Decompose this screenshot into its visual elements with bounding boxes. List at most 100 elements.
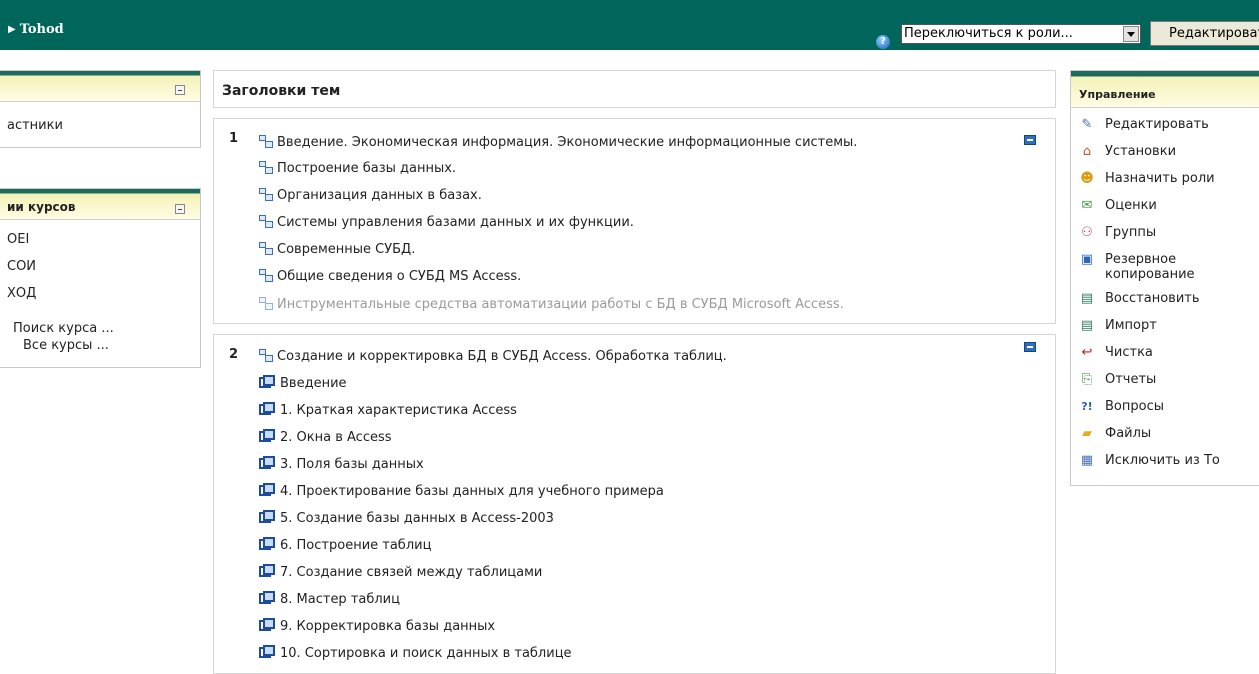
page-icon [259,564,277,578]
page-label: 8. Мастер таблиц [280,592,400,607]
block-title: Управление [1079,88,1156,101]
page-label: 1. Краткая характеристика Access [280,403,517,418]
page-label: Введение [280,376,347,391]
page-link[interactable]: 9. Корректировка базы данных [259,618,495,634]
page-label: 3. Поля базы данных [280,457,424,472]
backup-icon: ▣ [1080,252,1094,267]
admin-item-groups[interactable]: ⚇ Группы [1079,225,1156,241]
collapse-icon[interactable] [175,85,185,95]
resource-link-hidden[interactable]: Инструментальные средства автоматизации … [259,297,844,312]
resource-label: Современные СУБД. [277,242,416,257]
questions-icon: ?! [1081,400,1093,413]
resource-link[interactable]: Современные СУБД. [259,242,415,257]
admin-item-import[interactable]: ▤ Импорт [1079,318,1157,334]
admin-item-label: Отчеты [1105,372,1157,387]
administration-block: Управление ✎ Редактировать ⌂ Установки ☻ На… [1070,70,1259,486]
turn-editing-on-button[interactable]: Редактировать [1150,21,1259,46]
page-link[interactable]: 7. Создание связей между таблицами [259,564,542,580]
resource-icon [259,269,274,282]
page-title: Заголовки тем [222,83,341,99]
top-navbar: ▶ Tohod ? Переключиться к роли... Редакти… [0,0,1259,50]
page-link[interactable]: 5. Создание базы данных в Access-2003 [259,510,554,526]
reset-icon: ↩ [1081,345,1093,360]
admin-item-roles[interactable]: ☻ Назначить роли [1079,171,1215,187]
section-number: 1 [229,131,239,146]
page-link[interactable]: 4. Проектирование базы данных для учебно… [259,483,664,499]
admin-item-grades[interactable]: ✉ Оценки [1079,198,1157,214]
roles-icon: ☻ [1080,171,1094,186]
admin-item-label: Назначить роли [1105,171,1215,186]
admin-item-label: Оценки [1105,198,1157,213]
admin-item-label: Резервное копирование [1105,252,1195,282]
admin-item-label: Импорт [1105,318,1157,333]
page-icon [259,429,277,443]
groups-icon: ⚇ [1081,225,1093,240]
search-courses-link[interactable]: Поиск курса ... [13,321,114,336]
participants-link[interactable]: астники [7,118,63,133]
resource-link[interactable]: Создание и корректировка БД в СУБД Acces… [259,349,727,364]
admin-item-reports[interactable]: ⎘ Отчеты [1079,372,1157,388]
resource-label: Организация данных в базах. [277,188,482,203]
resource-link[interactable]: Построение базы данных. [259,161,456,176]
reports-icon: ⎘ [1081,372,1093,387]
resource-link[interactable]: Введение. Экономическая информация. Экон… [259,135,857,150]
admin-item-label: Файлы [1105,426,1152,441]
resource-icon [259,161,274,174]
category-link[interactable]: СОИ [7,259,36,274]
files-icon: ▰ [1082,426,1092,441]
page-link[interactable]: 2. Окна в Access [259,429,392,445]
admin-item-backup[interactable]: ▣ Резервное копирование [1079,252,1199,282]
chevron-down-icon[interactable] [1123,26,1139,42]
admin-item-reset[interactable]: ↩ Чистка [1079,345,1153,361]
block-header: Управление [1071,71,1259,108]
category-link[interactable]: ХОД [7,286,36,301]
page-icon [259,591,277,605]
page-link[interactable]: 10. Сортировка и поиск данных в таблице [259,645,572,661]
resource-label: Введение. Экономическая информация. Экон… [277,135,858,150]
collapse-icon[interactable] [175,204,185,214]
admin-item-label: Исключить из То [1105,453,1220,468]
page-link[interactable]: Введение [259,375,347,391]
resource-icon [259,297,274,310]
admin-item-files[interactable]: ▰ Файлы [1079,426,1151,442]
all-courses-link[interactable]: Все курсы ... [23,338,109,353]
admin-item-edit[interactable]: ✎ Редактировать [1079,117,1209,133]
restore-icon: ▤ [1080,291,1094,306]
breadcrumb[interactable]: ▶ Tohod [8,22,64,37]
block-header [0,71,200,102]
resource-link[interactable]: Системы управления базами данных и их фу… [259,215,634,230]
admin-item-restore[interactable]: ▤ Восстановить [1079,291,1200,307]
course-categories-block: ии курсов OEI СОИ ХОД Поиск курса ... Вс… [0,188,201,368]
page-label: 10. Сортировка и поиск данных в таблице [280,646,572,661]
collapse-section-icon[interactable] [1024,135,1036,145]
page-link[interactable]: 6. Построение таблиц [259,537,431,553]
unenrol-icon: ▦ [1080,453,1094,468]
resource-icon [259,349,274,362]
course-section-2: 2 Создание и корректировка БД в СУБД Acc… [213,334,1056,674]
resource-label: Общие сведения о СУБД MS Access. [277,269,522,284]
section-number: 2 [229,347,239,362]
resource-link[interactable]: Общие сведения о СУБД MS Access. [259,269,521,284]
collapse-section-icon[interactable] [1024,342,1036,352]
page-icon [259,510,277,524]
admin-item-unenrol[interactable]: ▦ Исключить из То [1079,453,1220,469]
breadcrumb-course-link[interactable]: Tohod [20,22,64,37]
category-link[interactable]: OEI [7,232,29,247]
admin-item-questions[interactable]: ?! Вопросы [1079,399,1164,415]
admin-item-settings[interactable]: ⌂ Установки [1079,144,1176,160]
admin-item-label: Восстановить [1105,291,1200,306]
edit-icon: ✎ [1081,117,1093,132]
page-icon [259,618,277,632]
page-icon [259,483,277,497]
page-icon [259,402,277,416]
help-icon[interactable]: ? [876,35,890,49]
page-icon [259,456,277,470]
block-header: ии курсов [0,189,200,220]
page-link[interactable]: 1. Краткая характеристика Access [259,402,517,418]
resource-link[interactable]: Организация данных в базах. [259,188,482,203]
page-link[interactable]: 8. Мастер таблиц [259,591,400,607]
resource-icon [259,188,274,201]
page-link[interactable]: 3. Поля базы данных [259,456,424,472]
admin-item-label: Чистка [1105,345,1153,360]
switch-role-select[interactable]: Переключиться к роли... [901,24,1141,44]
